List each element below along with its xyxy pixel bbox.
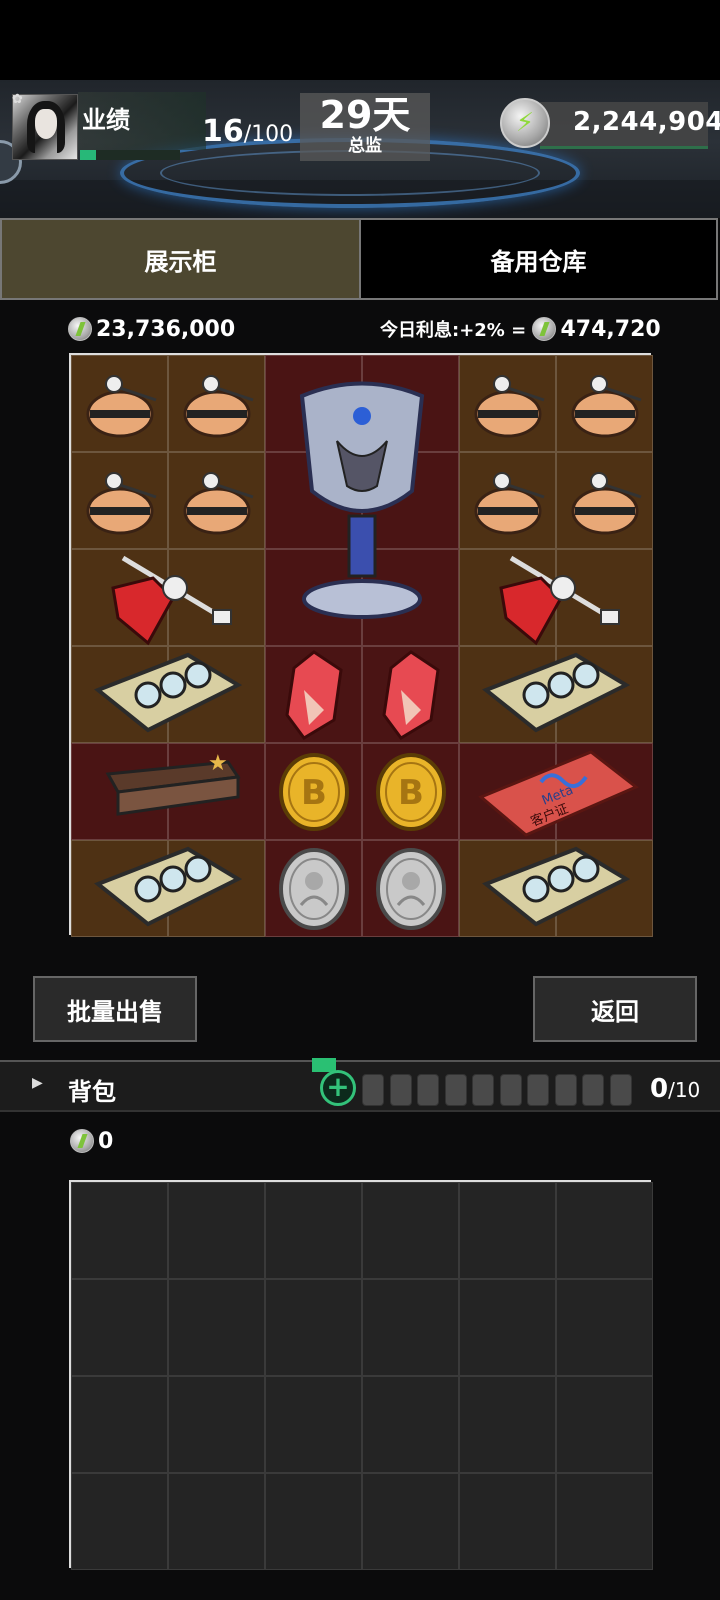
backpack-slot (554, 1074, 577, 1106)
backpack-slot (472, 1074, 494, 1106)
backpack-cell[interactable] (362, 1473, 459, 1570)
pouch-icon[interactable] (177, 364, 257, 444)
backpack-cell[interactable] (168, 1182, 265, 1279)
silver-coin-icon[interactable] (374, 847, 448, 931)
backpack-value: 0 (70, 1128, 113, 1154)
svg-text:★: ★ (208, 752, 228, 776)
backpack-count: 0/10 (650, 1074, 701, 1104)
backpack-cell[interactable] (71, 1376, 168, 1473)
backpack-grid (69, 1180, 653, 1570)
pouch-icon[interactable] (177, 461, 257, 541)
backpack-cell[interactable] (556, 1279, 653, 1376)
backpack-cell[interactable] (362, 1376, 459, 1473)
backpack-cell[interactable] (265, 1473, 362, 1570)
backpack-slot (582, 1074, 604, 1106)
tab-bar: 展示柜 备用仓库 (0, 218, 720, 300)
svg-text:B: B (301, 773, 327, 813)
coin-icon (532, 317, 557, 341)
backpack-cell[interactable] (459, 1279, 556, 1376)
performance-bar (80, 150, 180, 160)
rank-label: 总监 (348, 136, 382, 156)
gear-icon[interactable]: ✿ (12, 92, 23, 107)
interest-value: 474,720 (560, 316, 661, 342)
svg-text:B: B (398, 773, 424, 813)
gpu-card-icon[interactable] (88, 650, 248, 740)
backpack-slot (389, 1074, 412, 1106)
interest-label: 今日利息:+2% = (380, 320, 527, 341)
performance-label: 业绩 (82, 106, 130, 134)
backpack-cell[interactable] (459, 1473, 556, 1570)
interest-row: 今日利息:+2% = 474,720 (380, 316, 661, 342)
backpack-cell[interactable] (459, 1376, 556, 1473)
performance-count: 16/100 (202, 114, 294, 149)
backpack-cell[interactable] (556, 1376, 653, 1473)
backpack-slot (527, 1074, 549, 1106)
tab-storage[interactable]: 备用仓库 (359, 218, 718, 300)
backpack-cell[interactable] (459, 1182, 556, 1279)
silver-coin-icon[interactable] (277, 847, 351, 931)
backpack-slot (444, 1074, 467, 1106)
meta-card-icon[interactable]: Meta 客户证 (471, 747, 641, 837)
backpack-cell[interactable] (556, 1473, 653, 1570)
red-crystal-icon[interactable] (376, 649, 446, 740)
backpack-cell[interactable] (71, 1473, 168, 1570)
energy-value: 2,244,904 (573, 107, 720, 137)
backpack-bar[interactable]: ▶ 背包 + 0/10 (0, 1058, 720, 1112)
backpack-cell[interactable] (362, 1182, 459, 1279)
gpu-card-icon[interactable] (476, 844, 636, 934)
backpack-cell[interactable] (362, 1279, 459, 1376)
backpack-cell[interactable] (265, 1182, 362, 1279)
pouch-icon[interactable] (565, 461, 645, 541)
backpack-slot (499, 1074, 522, 1106)
bulk-sell-button[interactable]: 批量出售 (33, 976, 197, 1042)
ruby-pendant-icon[interactable] (481, 548, 631, 648)
backpack-cell[interactable] (168, 1279, 265, 1376)
backpack-cell[interactable] (71, 1182, 168, 1279)
backpack-slot (362, 1074, 384, 1106)
backpack-cell[interactable] (265, 1376, 362, 1473)
backpack-cell[interactable] (556, 1182, 653, 1279)
gpu-card-icon[interactable] (88, 844, 248, 934)
expand-arrow-icon[interactable]: ▶ (32, 1075, 43, 1091)
backpack-cell[interactable] (168, 1473, 265, 1570)
bitcoin-icon[interactable]: B (374, 752, 448, 832)
coin-icon (70, 1129, 94, 1153)
performance-bar-fill (80, 150, 96, 160)
day-badge: 29天 总监 (300, 93, 430, 161)
backpack-cell[interactable] (71, 1279, 168, 1376)
gift-box-icon[interactable]: ★ (88, 751, 248, 832)
backpack-cell[interactable] (265, 1279, 362, 1376)
bitcoin-icon[interactable]: B (277, 752, 351, 832)
gpu-card-icon[interactable] (476, 650, 636, 740)
status-bar (0, 0, 720, 80)
backpack-slot (609, 1074, 632, 1106)
backpack-label: 背包 (68, 1078, 116, 1106)
energy-coin-icon: ⚡ (500, 98, 550, 148)
back-button[interactable]: 返回 (533, 976, 697, 1042)
trophy-icon[interactable] (277, 371, 447, 631)
backpack-slot (417, 1074, 439, 1106)
ruby-pendant-icon[interactable] (93, 548, 243, 648)
day-count: 29天 (319, 93, 411, 137)
backpack-cell[interactable] (168, 1376, 265, 1473)
red-crystal-icon[interactable] (279, 649, 349, 740)
pouch-icon[interactable] (468, 461, 548, 541)
showcase-grid: ★ B B Meta 客户证 (69, 353, 653, 937)
pouch-icon[interactable] (80, 364, 160, 444)
tab-showcase[interactable]: 展示柜 (0, 218, 361, 300)
coin-icon (68, 317, 92, 341)
pouch-icon[interactable] (468, 364, 548, 444)
showcase-total: 23,736,000 (68, 316, 235, 342)
add-slot-button[interactable]: + (320, 1070, 356, 1106)
pouch-icon[interactable] (80, 461, 160, 541)
pouch-icon[interactable] (565, 364, 645, 444)
